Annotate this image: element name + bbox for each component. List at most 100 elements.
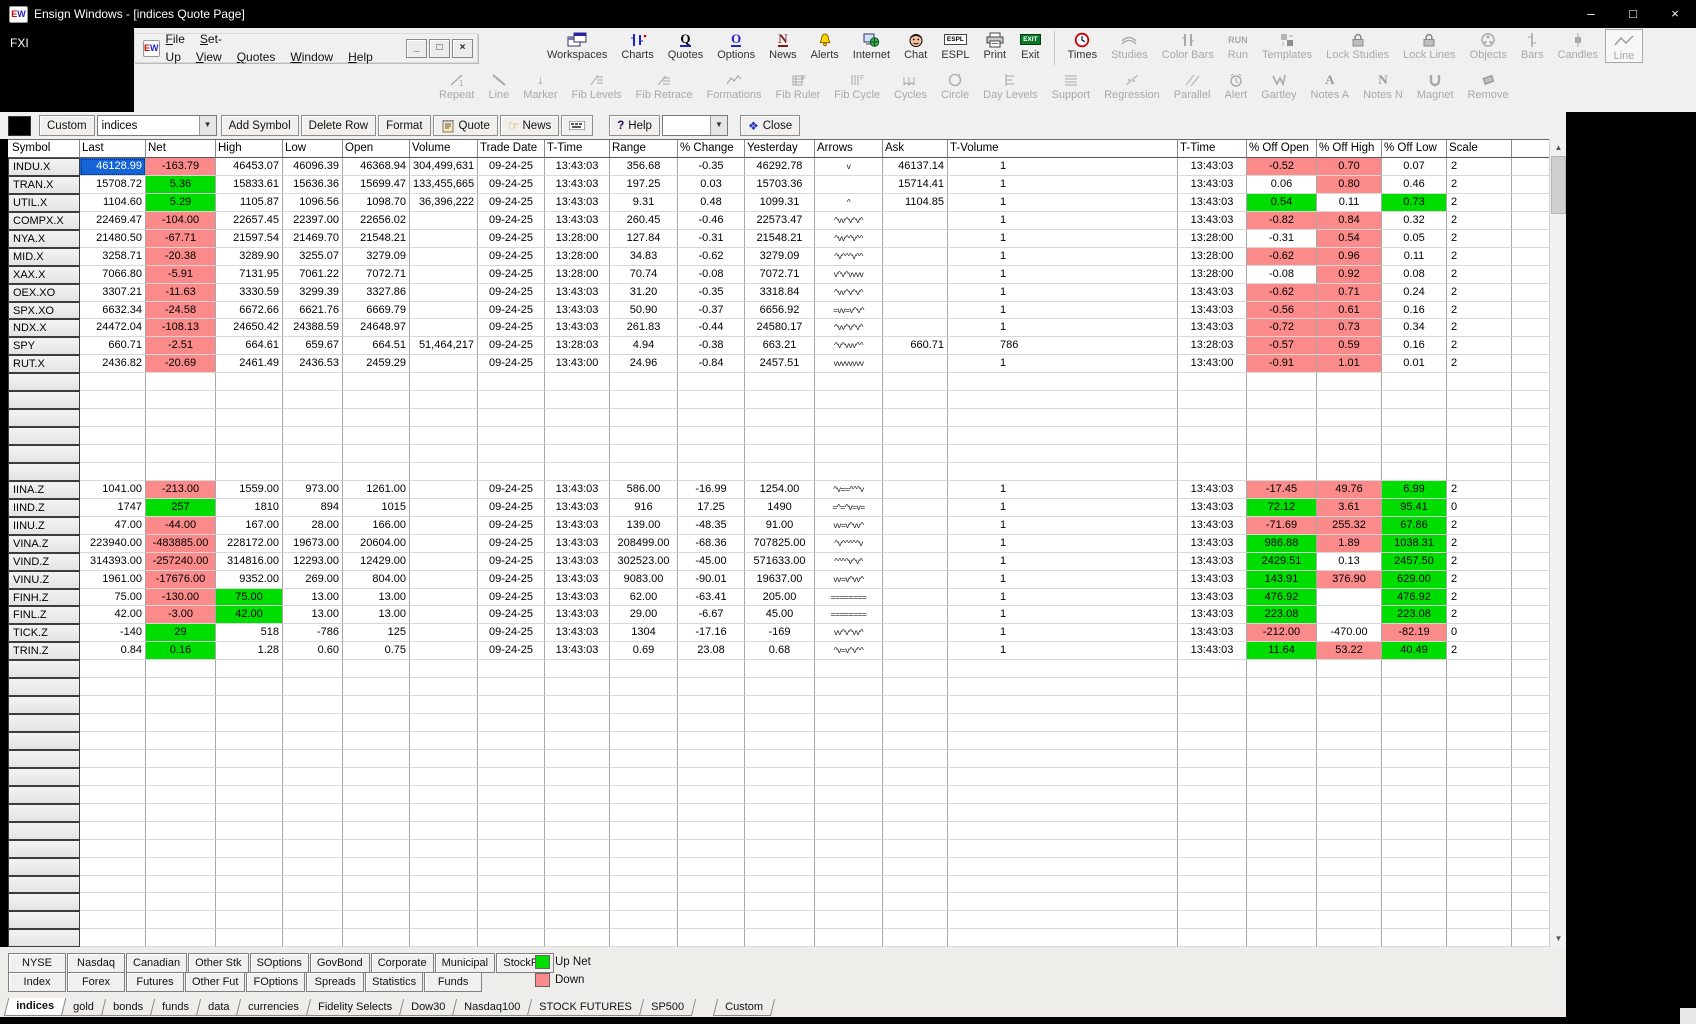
cell-high[interactable] xyxy=(216,858,283,876)
cell-open[interactable]: 13.00 xyxy=(343,606,410,624)
market-button-funds[interactable]: Funds xyxy=(424,972,482,992)
cell-t-time[interactable] xyxy=(1178,732,1247,750)
cell-volume[interactable] xyxy=(410,732,478,750)
cell-range[interactable] xyxy=(610,822,678,840)
cell--change[interactable] xyxy=(678,750,745,768)
cell-range[interactable]: 260.45 xyxy=(610,212,678,230)
cell-range[interactable]: 197.25 xyxy=(610,176,678,194)
cell--change[interactable]: -48.35 xyxy=(678,517,745,535)
cell-last[interactable]: 22469.47 xyxy=(80,212,146,230)
cell-high[interactable] xyxy=(216,427,283,445)
cell-low[interactable] xyxy=(283,445,343,463)
cell-t-time[interactable]: 13:43:03 xyxy=(545,499,610,517)
cell-arrows[interactable] xyxy=(815,463,883,481)
cell--off-high[interactable]: -470.00 xyxy=(1317,624,1382,642)
scrollbar-thumb[interactable] xyxy=(1551,156,1566,214)
cell--off-low[interactable] xyxy=(1382,750,1447,768)
cell-yesterday[interactable]: 7072.71 xyxy=(745,266,815,284)
cell--off-high[interactable]: 1.89 xyxy=(1317,535,1382,553)
cell-t-volume[interactable] xyxy=(948,768,1178,786)
cell-open[interactable]: 1015 xyxy=(343,499,410,517)
cell--off-high[interactable]: 255.32 xyxy=(1317,517,1382,535)
cell-scale[interactable]: 2 xyxy=(1447,589,1512,607)
cell-last[interactable] xyxy=(80,876,146,894)
cell-net[interactable]: -130.00 xyxy=(146,589,216,607)
cell-volume[interactable] xyxy=(410,391,478,409)
cell-scale[interactable] xyxy=(1447,929,1512,947)
cell-low[interactable] xyxy=(283,876,343,894)
cell-yesterday[interactable] xyxy=(745,463,815,481)
cell-net[interactable]: -20.69 xyxy=(146,355,216,373)
col-header-trade-date[interactable]: Trade Date xyxy=(478,140,545,158)
cell-volume[interactable] xyxy=(410,445,478,463)
cell--off-high[interactable] xyxy=(1317,696,1382,714)
cell-open[interactable] xyxy=(343,822,410,840)
cell-volume[interactable] xyxy=(410,642,478,660)
cell-last[interactable] xyxy=(80,822,146,840)
cell--off-high[interactable] xyxy=(1317,678,1382,696)
cell-symbol[interactable]: IINU.Z xyxy=(8,517,80,535)
cell-yesterday[interactable]: 91.00 xyxy=(745,517,815,535)
cell--off-open[interactable] xyxy=(1247,858,1317,876)
cell--off-open[interactable]: -71.69 xyxy=(1247,517,1317,535)
cell--off-low[interactable]: 0.16 xyxy=(1382,337,1447,355)
cell-symbol[interactable]: UTIL.X xyxy=(8,194,80,212)
cell-t-volume[interactable] xyxy=(948,893,1178,911)
cell-t-volume[interactable]: 1 xyxy=(948,624,1178,642)
delete-row-button[interactable]: Delete Row xyxy=(301,115,376,136)
cell--off-high[interactable] xyxy=(1317,427,1382,445)
cell-trade-date[interactable] xyxy=(478,373,545,391)
cell-low[interactable] xyxy=(283,893,343,911)
cell-yesterday[interactable] xyxy=(745,373,815,391)
cell-last[interactable] xyxy=(80,696,146,714)
cell--off-open[interactable] xyxy=(1247,929,1317,947)
cell-ask[interactable] xyxy=(883,302,948,320)
cell--off-low[interactable]: 0.11 xyxy=(1382,248,1447,266)
cell-t-time[interactable]: 13:43:03 xyxy=(545,284,610,302)
cell--change[interactable] xyxy=(678,445,745,463)
cell--off-high[interactable]: 0.92 xyxy=(1317,266,1382,284)
cell-t-volume[interactable]: 1 xyxy=(948,284,1178,302)
cell-scale[interactable]: 2 xyxy=(1447,571,1512,589)
cell--off-low[interactable]: 0.08 xyxy=(1382,266,1447,284)
cell--off-open[interactable] xyxy=(1247,893,1317,911)
cell-ask[interactable] xyxy=(883,517,948,535)
cell-t-time[interactable] xyxy=(545,391,610,409)
cell-t-volume[interactable]: 1 xyxy=(948,355,1178,373)
cell-t-volume[interactable]: 1 xyxy=(948,499,1178,517)
cell-low[interactable]: 0.60 xyxy=(283,642,343,660)
cell-t-time[interactable] xyxy=(545,463,610,481)
cell-t-volume[interactable]: 1 xyxy=(948,642,1178,660)
cell-yesterday[interactable]: 19637.00 xyxy=(745,571,815,589)
cell--off-high[interactable] xyxy=(1317,391,1382,409)
cell-trade-date[interactable] xyxy=(478,696,545,714)
cell--off-low[interactable]: 0.32 xyxy=(1382,212,1447,230)
cell-ask[interactable] xyxy=(883,463,948,481)
cell--off-open[interactable]: -17.45 xyxy=(1247,481,1317,499)
cell-last[interactable] xyxy=(80,427,146,445)
market-button-corporate[interactable]: Corporate xyxy=(371,953,434,973)
cell-open[interactable] xyxy=(343,409,410,427)
cell-yesterday[interactable]: 3279.09 xyxy=(745,248,815,266)
cell-ask[interactable] xyxy=(883,391,948,409)
cell--change[interactable]: 17.25 xyxy=(678,499,745,517)
cell-high[interactable] xyxy=(216,786,283,804)
cell--off-low[interactable] xyxy=(1382,678,1447,696)
cell-ask[interactable]: 46137.14 xyxy=(883,158,948,176)
cell-arrows[interactable] xyxy=(815,176,883,194)
cell-arrows[interactable] xyxy=(815,911,883,929)
cell--off-low[interactable]: 0.01 xyxy=(1382,355,1447,373)
cell-trade-date[interactable] xyxy=(478,893,545,911)
cell-trade-date[interactable] xyxy=(478,732,545,750)
cell-range[interactable]: 24.96 xyxy=(610,355,678,373)
cell-low[interactable]: 15636.36 xyxy=(283,176,343,194)
cell-ask[interactable] xyxy=(883,248,948,266)
cell-t-time[interactable]: 13:43:03 xyxy=(1178,642,1247,660)
cell-symbol[interactable] xyxy=(8,409,80,427)
cell-low[interactable] xyxy=(283,678,343,696)
cell-t-time[interactable]: 13:43:03 xyxy=(1178,624,1247,642)
cell-trade-date[interactable] xyxy=(478,929,545,947)
cell-high[interactable] xyxy=(216,893,283,911)
cell-net[interactable] xyxy=(146,768,216,786)
cell-open[interactable] xyxy=(343,696,410,714)
